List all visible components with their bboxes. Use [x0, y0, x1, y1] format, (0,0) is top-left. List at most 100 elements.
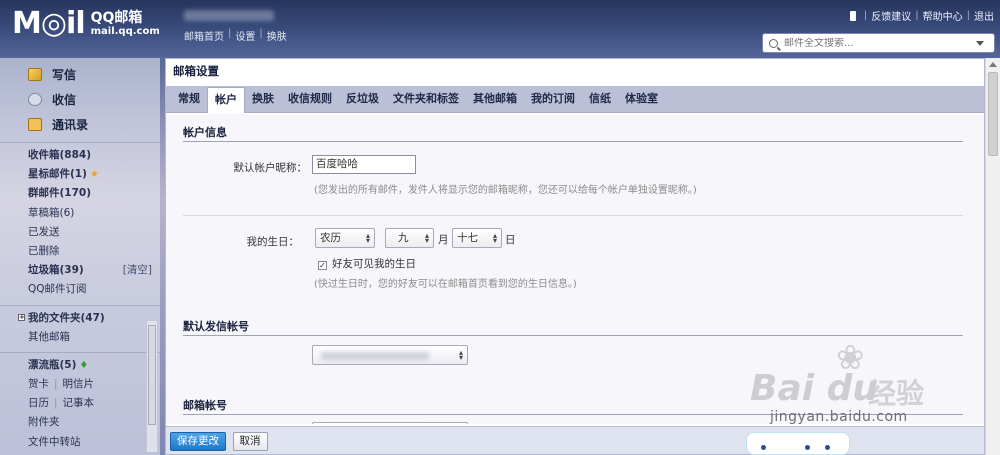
nav-home[interactable]: 邮箱首页 [184, 28, 224, 43]
tab-subscriptions[interactable]: 我的订阅 [524, 87, 582, 112]
file-transfer-label: 文件中转站 [28, 435, 81, 448]
drift-bottle-label: 漂流瓶(5) [28, 358, 77, 371]
tab-account[interactable]: 帐户 [207, 87, 245, 113]
birthday-visible-checkbox[interactable]: ✓ [318, 261, 327, 270]
action-footer: 保存更改 取消 [166, 426, 984, 454]
my-folders[interactable]: + 我的文件夹(47) [0, 309, 160, 328]
scroll-up-icon[interactable] [989, 62, 997, 67]
watermark-brand-cn: 经验 [868, 377, 925, 410]
notepad-link[interactable]: 记事本 [63, 397, 95, 409]
logo-url: mail.qq.com [90, 26, 160, 37]
user-account-blurred [184, 10, 274, 21]
folder-starred[interactable]: 星标邮件(1) ★ [0, 165, 160, 184]
folder-subscription[interactable]: QQ邮件订阅 [0, 280, 160, 299]
page-scrollbar[interactable] [985, 58, 1000, 455]
tab-stationery[interactable]: 信纸 [582, 87, 618, 112]
save-button[interactable]: 保存更改 [170, 432, 226, 451]
birthday-visible-option[interactable]: ✓ 好友可见我的生日 [318, 256, 416, 271]
folder-group[interactable]: 群邮件(170) [0, 184, 160, 203]
expand-icon[interactable]: + [18, 314, 25, 321]
folder-label: 收件箱(884) [28, 149, 92, 161]
mascot-widget[interactable] [746, 432, 850, 455]
receive-button[interactable]: 收信 [0, 87, 160, 112]
folder-label: 星标邮件(1) [28, 168, 87, 181]
other-mailbox[interactable]: 其他邮箱 [0, 328, 160, 347]
scroll-thumb[interactable] [988, 72, 998, 156]
select-arrow-icon: ▴ ▾ [424, 231, 429, 245]
sidebar-divider [0, 304, 160, 306]
birth-month-select[interactable]: 九 ▴ ▾ [385, 228, 434, 248]
nickname-input[interactable]: 百度哈哈 [312, 155, 416, 174]
folder-label: 已发送 [28, 225, 60, 238]
empty-spam-link[interactable]: [清空] [123, 261, 152, 280]
drift-bottle[interactable]: 漂流瓶(5) ♦ [0, 356, 160, 375]
file-transfer[interactable]: 文件中转站 [0, 433, 160, 452]
my-folders-label: 我的文件夹(47) [28, 311, 105, 324]
default-sender-heading: 默认发信帐号 [183, 318, 963, 336]
mascot-eye-icon [805, 445, 810, 450]
mailbox-account-field[interactable] [312, 422, 468, 424]
link-sep: | [915, 10, 919, 21]
tab-labs[interactable]: 体验室 [618, 87, 665, 112]
search-icon[interactable] [769, 38, 778, 48]
tab-antispam[interactable]: 反垃圾 [339, 87, 386, 112]
mascot-eye-icon [761, 445, 766, 450]
default-sender-select[interactable]: ▴ ▾ [312, 345, 468, 365]
other-mailbox-label: 其他邮箱 [28, 330, 70, 343]
contacts-label: 通讯录 [52, 118, 89, 132]
search-input[interactable] [784, 37, 974, 49]
pencil-icon [28, 68, 42, 81]
folder-inbox[interactable]: 收件箱(884) [0, 146, 160, 165]
calendar-type-value: 农历 [320, 232, 341, 244]
feedback-link[interactable]: 反馈建议 [871, 8, 911, 23]
search-box[interactable] [762, 33, 995, 53]
greeting-card-link[interactable]: 贺卡 [28, 378, 49, 390]
nav-skin[interactable]: 换肤 [267, 28, 287, 43]
tab-general[interactable]: 常规 [171, 87, 207, 112]
receive-label: 收信 [52, 93, 77, 107]
calendar-type-select[interactable]: 农历 ▴ ▾ [315, 228, 375, 248]
attachments-folder[interactable]: 附件夹 [0, 413, 160, 432]
chevron-down-icon[interactable] [976, 40, 984, 46]
link-sep: | [966, 10, 970, 21]
sidebar-divider [0, 142, 160, 143]
tab-folders-labels[interactable]: 文件夹和标签 [386, 87, 466, 112]
select-arrow-icon: ▴ ▾ [458, 348, 463, 362]
link-sep: | [54, 378, 58, 391]
phone-icon[interactable] [849, 10, 856, 21]
compose-label: 写信 [52, 68, 77, 82]
folder-label: 草稿箱(6) [28, 206, 75, 219]
blurred-sender-value [321, 352, 429, 360]
contacts-button[interactable]: 通讯录 [0, 112, 160, 137]
compose-button[interactable]: 写信 [0, 62, 160, 87]
calendar-link[interactable]: 日历 [28, 397, 49, 409]
tab-rules[interactable]: 收信规则 [281, 87, 339, 112]
help-link[interactable]: 帮助中心 [923, 8, 963, 23]
tab-other-mailbox[interactable]: 其他邮箱 [466, 87, 524, 112]
attachments-label: 附件夹 [28, 416, 60, 429]
postcard-link[interactable]: 明信片 [63, 378, 95, 390]
bottle-icon: ♦ [79, 359, 89, 371]
birth-day-select[interactable]: 十七 ▴ ▾ [452, 228, 502, 248]
birth-day-value: 十七 [457, 232, 478, 244]
tab-skin[interactable]: 换肤 [245, 87, 281, 112]
account-info-heading: 帐户信息 [183, 124, 963, 142]
nickname-hint: (您发出的所有邮件，发件人将显示您的邮箱昵称，您还可以给每个帐户单独设置昵称。) [314, 185, 697, 196]
logout-link[interactable]: 退出 [974, 8, 994, 23]
cancel-button[interactable]: 取消 [232, 432, 268, 451]
qqmail-logo[interactable]: M◎il QQ邮箱 mail.qq.com [12, 9, 160, 39]
sidebar-scroll-thumb[interactable] [148, 325, 156, 425]
folder-drafts[interactable]: 草稿箱(6) [0, 204, 160, 223]
link-sep: | [863, 10, 868, 21]
sidebar-scrollbar[interactable] [146, 320, 158, 453]
folder-sent[interactable]: 已发送 [0, 223, 160, 242]
birthday-visible-label: 好友可见我的生日 [332, 258, 416, 270]
address-book-icon [28, 118, 42, 131]
folder-label: 已删除 [28, 244, 60, 257]
birthday-label: 我的生日： [246, 236, 300, 248]
folder-deleted[interactable]: 已删除 [0, 242, 160, 261]
folder-spam[interactable]: 垃圾箱(39) [清空] [0, 261, 160, 280]
birth-month-value: 九 [398, 232, 409, 244]
nav-settings[interactable]: 设置 [235, 28, 255, 43]
section-divider [183, 215, 963, 216]
